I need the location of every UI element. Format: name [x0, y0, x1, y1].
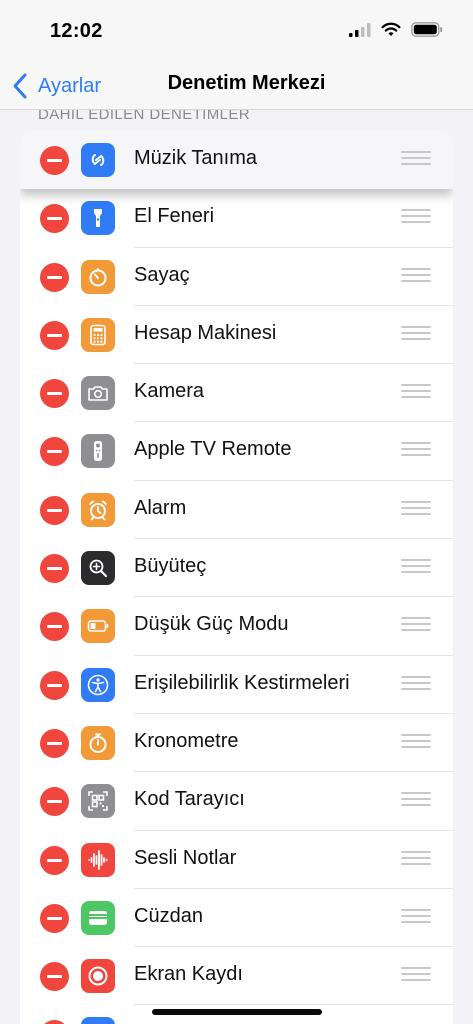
- status-time: 12:02: [50, 20, 103, 42]
- shazam-icon: [81, 143, 115, 177]
- control-label: Sesli Notlar: [134, 846, 237, 869]
- included-controls-list: Müzik Tanıma El Feneri Sayaç Hesap Makinesi…: [20, 131, 453, 1024]
- status-bar: 12:02: [0, 0, 473, 62]
- reorder-handle-icon[interactable]: [401, 384, 431, 402]
- calculator-icon: [81, 317, 115, 352]
- control-row[interactable]: Erişilebilirlik Kestirmeleri: [20, 655, 453, 714]
- control-label: El Feneri: [134, 205, 215, 228]
- remove-control-button[interactable]: [40, 146, 69, 175]
- control-row[interactable]: Sayaç: [20, 247, 453, 306]
- remove-control-button[interactable]: [40, 262, 69, 292]
- control-label: Cüzdan: [134, 904, 203, 927]
- control-label: Müzik Tanıma: [134, 147, 258, 169]
- partial-row-icon: [81, 1017, 115, 1024]
- screen-record-icon: [81, 959, 115, 994]
- battery-icon: [411, 22, 443, 37]
- control-row[interactable]: Hesap Makinesi: [20, 305, 453, 365]
- remove-control-button[interactable]: [40, 320, 69, 350]
- reorder-handle-icon[interactable]: [401, 325, 431, 344]
- alarm-icon: [81, 492, 115, 527]
- control-label: Kronometre: [134, 729, 239, 752]
- remove-control-button[interactable]: [40, 554, 69, 584]
- stopwatch-icon: [81, 725, 115, 760]
- control-row[interactable]: Müzik Tanıma: [20, 131, 453, 190]
- control-row[interactable]: Kod Tarayıcı: [20, 772, 453, 831]
- status-icons: [349, 22, 443, 37]
- control-row[interactable]: Apple TV Remote: [20, 422, 453, 481]
- camera-icon: [81, 376, 115, 411]
- wallet-icon: [81, 900, 115, 935]
- reorder-handle-icon[interactable]: [401, 267, 431, 286]
- control-row[interactable]: Kronometre: [20, 713, 453, 773]
- reorder-handle-icon[interactable]: [401, 209, 431, 227]
- qr-code-icon: [81, 784, 115, 819]
- control-label: Büyüteç: [134, 555, 207, 578]
- reorder-handle-icon[interactable]: [401, 850, 431, 869]
- reorder-handle-icon[interactable]: [401, 442, 431, 460]
- remove-control-button[interactable]: [40, 670, 69, 700]
- reorder-handle-icon[interactable]: [401, 792, 431, 810]
- navigation-bar: Ayarlar Denetim Merkezi: [0, 62, 473, 110]
- control-row[interactable]: Kamera: [20, 364, 453, 423]
- timer-icon: [81, 259, 115, 294]
- remove-control-button[interactable]: [40, 845, 69, 875]
- remove-control-button[interactable]: [40, 379, 69, 409]
- control-label: Kamera: [134, 380, 205, 403]
- remove-control-button[interactable]: [40, 903, 69, 933]
- reorder-handle-icon[interactable]: [401, 967, 431, 985]
- accessibility-icon: [81, 667, 115, 702]
- control-row[interactable]: Alarm: [20, 480, 453, 540]
- remove-control-button[interactable]: [40, 437, 69, 467]
- cellular-signal-icon: [349, 22, 371, 37]
- tv-remote-icon: [81, 434, 115, 469]
- remove-control-button[interactable]: [40, 204, 69, 234]
- control-row[interactable]: El Feneri: [20, 189, 453, 248]
- control-row[interactable]: Ekran Kaydı: [20, 947, 453, 1006]
- reorder-handle-icon[interactable]: [401, 908, 431, 927]
- control-label: Alarm: [134, 496, 187, 519]
- control-row[interactable]: Sesli Notlar: [20, 830, 453, 889]
- flashlight-icon: [81, 201, 115, 236]
- magnifier-icon: [81, 551, 115, 586]
- home-indicator: [152, 1009, 322, 1015]
- page-title: Denetim Merkezi: [167, 72, 326, 94]
- control-label: Düşük Güç Modu: [134, 613, 289, 636]
- wifi-icon: [381, 22, 401, 36]
- remove-control-button[interactable]: [40, 612, 69, 642]
- reorder-handle-icon[interactable]: [401, 500, 431, 519]
- controls-list-viewport[interactable]: Müzik Tanıma El Feneri Sayaç Hesap Makinesi…: [0, 111, 473, 1024]
- control-label: Hesap Makinesi: [134, 321, 277, 344]
- low-power-icon: [81, 609, 115, 644]
- control-label: Kod Tarayıcı: [134, 788, 245, 811]
- remove-control-button[interactable]: [40, 728, 69, 758]
- reorder-handle-icon[interactable]: [401, 733, 431, 752]
- control-label: Sayaç: [134, 263, 190, 286]
- control-label: Apple TV Remote: [134, 438, 292, 461]
- control-label: Erişilebilirlik Kestirmeleri: [134, 671, 350, 694]
- control-row[interactable]: Cüzdan: [20, 888, 453, 948]
- reorder-handle-icon[interactable]: [401, 617, 431, 635]
- remove-control-button[interactable]: [40, 787, 69, 817]
- reorder-handle-icon[interactable]: [401, 559, 431, 577]
- remove-control-button[interactable]: [40, 495, 69, 525]
- control-label: Ekran Kaydı: [134, 963, 243, 986]
- reorder-handle-icon[interactable]: [401, 151, 431, 169]
- remove-control-button[interactable]: [40, 1020, 69, 1024]
- voice-memo-icon: [81, 842, 115, 877]
- reorder-handle-icon[interactable]: [401, 675, 431, 694]
- remove-control-button[interactable]: [40, 962, 69, 992]
- control-row[interactable]: Büyüteç: [20, 539, 453, 598]
- control-row[interactable]: Düşük Güç Modu: [20, 597, 453, 656]
